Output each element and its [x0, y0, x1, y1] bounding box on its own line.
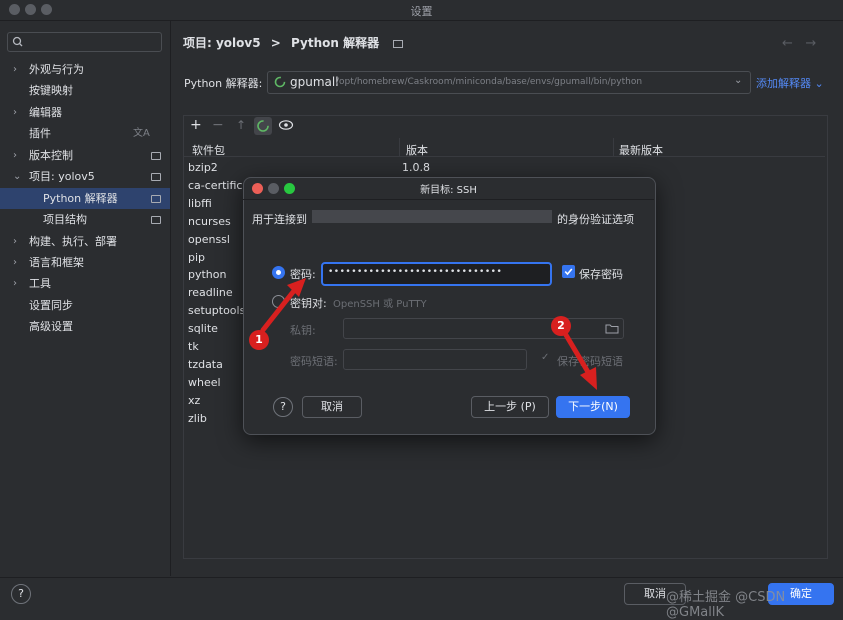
annotation-overlay [260, 278, 597, 390]
annotation-marker-1: 1 [249, 330, 269, 350]
annotation-arrow-1 [260, 289, 296, 333]
annotation-arrow-2 [563, 332, 591, 375]
annotation-marker-2: 2 [551, 316, 571, 336]
